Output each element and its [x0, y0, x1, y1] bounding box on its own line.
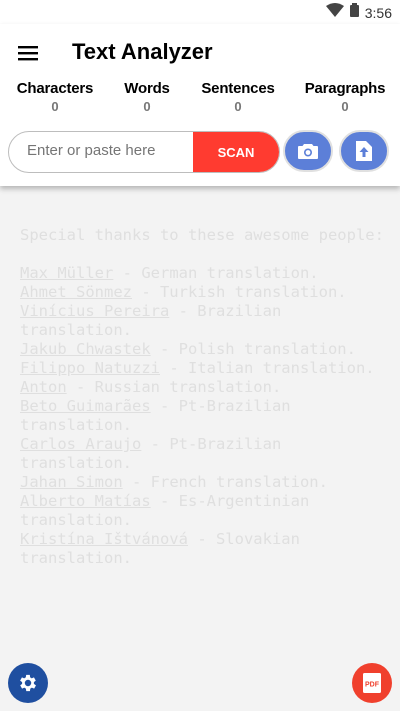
app-title: Text Analyzer — [72, 39, 213, 64]
credit-name-link[interactable]: Vinícius Pereira — [20, 302, 169, 320]
credit-item: Anton - Russian translation. — [20, 378, 390, 397]
credit-description: - Russian translation. — [66, 378, 282, 396]
scan-button[interactable]: SCAN — [193, 132, 279, 172]
credit-name-link[interactable]: Alberto Matías — [20, 492, 151, 510]
credit-description: - Polish translation. — [150, 340, 356, 358]
credit-description: - Turkish translation. — [131, 283, 347, 301]
status-time: 3:56 — [364, 4, 392, 21]
status-bar: 3:56 — [0, 0, 400, 24]
credit-name-link[interactable]: Max Müller — [20, 264, 113, 282]
stat-sentences-value: 0 — [234, 99, 242, 114]
credit-description: - Italian translation. — [159, 359, 375, 377]
hamburger-menu-icon — [18, 46, 38, 61]
credit-item: Max Müller - German translation. — [20, 264, 390, 283]
stat-words-value: 0 — [143, 99, 151, 114]
credit-item: Alberto Matías - Es-Argentinian translat… — [20, 492, 390, 530]
text-input-bar: SCAN — [8, 131, 280, 173]
stat-words-label: Words — [124, 80, 170, 97]
stat-characters-value: 0 — [51, 99, 59, 114]
stat-characters-label: Characters — [16, 80, 94, 97]
credit-name-link[interactable]: Beto Guimarães — [20, 397, 151, 415]
app-header: Text Analyzer Characters 0 Words 0 Sente… — [0, 24, 400, 186]
stat-paragraphs-label: Paragraphs — [304, 80, 386, 97]
credit-name-link[interactable]: Jakub Chwastek — [20, 340, 151, 358]
stat-paragraphs: Paragraphs 0 — [303, 80, 387, 114]
stat-characters: Characters 0 — [14, 80, 96, 114]
wifi-icon — [325, 3, 344, 22]
credit-item: Filippo Natuzzi - Italian translation. — [20, 359, 390, 378]
upload-file-icon — [356, 141, 372, 161]
battery-icon — [349, 3, 359, 22]
credit-item: Jahan Simon - French translation. — [20, 473, 390, 492]
export-pdf-button[interactable]: PDF — [352, 663, 392, 703]
stat-sentences-label: Sentences — [201, 80, 275, 97]
credit-name-link[interactable]: Carlos Araujo — [20, 435, 141, 453]
camera-icon — [298, 144, 318, 159]
credit-name-link[interactable]: Jahan Simon — [20, 473, 123, 491]
stat-sentences: Sentences 0 — [199, 80, 277, 114]
stat-paragraphs-value: 0 — [341, 99, 349, 114]
pdf-icon-text: PDF — [365, 682, 380, 689]
text-input[interactable] — [27, 142, 187, 159]
credits-text: Special thanks to these awesome people: … — [20, 226, 390, 568]
gear-icon — [20, 674, 36, 692]
credit-item: Vinícius Pereira - Brazilian translation… — [20, 302, 390, 340]
credit-item: Ahmet Sönmez - Turkish translation. — [20, 283, 390, 302]
upload-file-button[interactable] — [339, 130, 389, 172]
stat-words: Words 0 — [118, 80, 176, 114]
credit-description: - French translation. — [122, 473, 328, 491]
pdf-icon: PDF — [363, 673, 381, 693]
credit-item: Jakub Chwastek - Polish translation. — [20, 340, 390, 359]
credit-item: Beto Guimarães - Pt-Brazilian translatio… — [20, 397, 390, 435]
credit-name-link[interactable]: Ahmet Sönmez — [20, 283, 132, 301]
stats-row: Characters 0 Words 0 Sentences 0 Paragra… — [0, 80, 400, 120]
settings-button[interactable] — [8, 663, 48, 703]
credit-name-link[interactable]: Anton — [20, 378, 67, 396]
credit-item: Kristína Ištvánová - Slovakian translati… — [20, 530, 390, 568]
credits-intro: Special thanks to these awesome people: — [20, 226, 384, 244]
credit-name-link[interactable]: Kristína Ištvánová — [20, 530, 188, 548]
camera-button[interactable] — [283, 130, 333, 172]
credit-item: Carlos Araujo - Pt-Brazilian translation… — [20, 435, 390, 473]
credit-description: - German translation. — [113, 264, 319, 282]
menu-button[interactable] — [14, 41, 42, 65]
credit-name-link[interactable]: Filippo Natuzzi — [20, 359, 160, 377]
